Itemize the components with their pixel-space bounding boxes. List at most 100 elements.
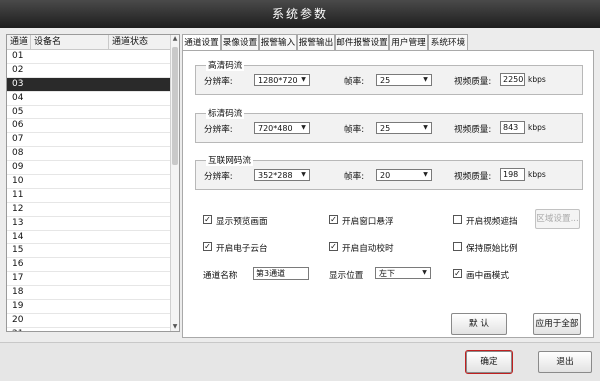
quality-input[interactable]: 2250 [500,73,525,86]
channel-number: 20 [12,314,24,325]
channel-number: 03 [12,78,24,89]
channel-number: 07 [12,134,24,145]
table-row[interactable]: 17 [7,272,171,287]
table-row[interactable]: 20 [7,314,171,328]
table-row[interactable]: 05 [7,106,171,120]
channel-number: 10 [12,176,24,187]
table-row[interactable]: 12 [7,203,171,217]
table-row[interactable]: 19 [7,300,171,314]
framerate-select[interactable]: 25 ▼ [376,122,432,134]
group-title: 高清码流 [206,59,245,71]
channel-number: 16 [12,259,24,270]
default-button[interactable]: 默 认 [451,313,507,335]
table-row[interactable]: 07 [7,133,171,148]
chevron-down-icon: ▼ [422,269,427,276]
table-row[interactable]: 11 [7,189,171,203]
chevron-down-icon: ▼ [301,76,306,83]
channel-number: 13 [12,217,24,228]
apply-all-button[interactable]: 应用于全部 [533,313,581,335]
framerate-select[interactable]: 20 ▼ [376,169,432,181]
resolution-select[interactable]: 1280*720 ▼ [254,74,310,86]
channel-number: 12 [12,203,24,214]
header-channel-status[interactable]: 通道状态 [109,35,171,49]
table-row[interactable]: 09 [7,161,171,176]
chevron-down-icon: ▼ [423,124,428,131]
ptz-label: 开启电子云台 [216,244,268,254]
tab-channel-settings[interactable]: 通道设置 [182,34,221,51]
quality-label: 视频质量: [454,172,492,182]
tab-record-settings[interactable]: 录像设置 [221,34,259,50]
scroll-up-icon[interactable]: ▲ [171,35,179,43]
scroll-thumb[interactable] [172,47,178,165]
channel-number: 19 [12,301,24,312]
channel-number: 02 [12,64,24,75]
channel-number: 04 [12,92,24,103]
channel-number: 06 [12,120,24,131]
framerate-label: 帧率: [344,172,365,182]
resolution-select[interactable]: 352*288 ▼ [254,169,310,181]
resolution-label: 分辨率: [204,172,233,182]
table-row[interactable]: 01 [7,50,171,64]
display-position-label: 显示位置 [329,271,364,281]
table-row[interactable]: 16 [7,258,171,273]
stream-group-internet: 互联网码流 分辨率: 352*288 ▼ 帧率: 20 ▼ 视频质量: 198 kb… [195,154,583,190]
table-row[interactable]: 08 [7,147,171,162]
exit-button[interactable]: 退出 [538,351,592,373]
table-row[interactable]: 21 [7,328,171,331]
quality-unit: kbps [528,123,546,132]
quality-unit: kbps [528,170,546,179]
header-device-name[interactable]: 设备名 [31,35,109,49]
quality-input[interactable]: 198 [500,168,525,181]
auto-time-label: 开启自动校时 [342,244,394,254]
channel-number: 05 [12,106,24,117]
keep-ratio-label: 保持原始比例 [466,244,518,254]
table-row[interactable]: 03 [7,77,171,92]
table-row[interactable]: 10 [7,175,171,189]
table-row[interactable]: 02 [7,64,171,78]
framerate-select[interactable]: 25 ▼ [376,74,432,86]
header-channel[interactable]: 通道 [7,35,31,49]
pip-checkbox[interactable]: ✓ [453,269,462,278]
channel-number: 15 [12,245,24,256]
resolution-label: 分辨率: [204,77,233,87]
window-float-checkbox[interactable]: ✓ [329,215,338,224]
table-row[interactable]: 18 [7,286,171,301]
channel-number: 01 [12,51,24,61]
table-row[interactable]: 13 [7,217,171,231]
channel-number: 21 [12,328,23,331]
window-title: 系统参数 [0,0,600,28]
tab-alarm-output[interactable]: 报警输出 [297,34,335,50]
table-row[interactable]: 14 [7,231,171,245]
channel-number: 14 [12,231,24,242]
chevron-down-icon: ▼ [301,124,306,131]
table-row[interactable]: 04 [7,92,171,106]
chevron-down-icon: ▼ [423,76,428,83]
show-preview-label: 显示预览画面 [216,217,268,227]
channel-name-input[interactable]: 第3通道 [253,267,309,280]
tab-user-management[interactable]: 用户管理 [389,34,428,50]
area-settings-button[interactable]: 区域设置... [535,209,580,229]
pip-label: 画中画模式 [466,271,509,281]
resolution-select[interactable]: 720*480 ▼ [254,122,310,134]
quality-label: 视频质量: [454,77,492,87]
quality-unit: kbps [528,75,546,84]
stream-group-hd: 高清码流 分辨率: 1280*720 ▼ 帧率: 25 ▼ 视频质量: 2250 k… [195,59,583,95]
video-mask-checkbox[interactable] [453,215,462,224]
table-row[interactable]: 06 [7,119,171,134]
show-preview-checkbox[interactable]: ✓ [203,215,212,224]
channel-list[interactable]: 通道 设备名 通道状态 01 02 03 04 05 06 07 08 09 10 11 12 13 14… [6,34,180,332]
tab-system-environment[interactable]: 系统环境 [428,34,468,50]
table-row[interactable]: 15 [7,244,171,259]
channel-list-scrollbar[interactable]: ▲ ▼ [170,35,179,331]
keep-ratio-checkbox[interactable] [453,242,462,251]
chevron-down-icon: ▼ [423,171,428,178]
auto-time-checkbox[interactable]: ✓ [329,242,338,251]
tab-alarm-input[interactable]: 报警输入 [259,34,297,50]
display-position-select[interactable]: 左下 ▼ [375,267,431,279]
scroll-down-icon[interactable]: ▼ [171,323,179,331]
ptz-checkbox[interactable]: ✓ [203,242,212,251]
ok-button[interactable]: 确定 [465,350,513,374]
quality-input[interactable]: 843 [500,121,525,134]
group-title: 标清码流 [206,107,245,119]
tab-email-alarm[interactable]: 邮件报警设置 [335,34,389,50]
